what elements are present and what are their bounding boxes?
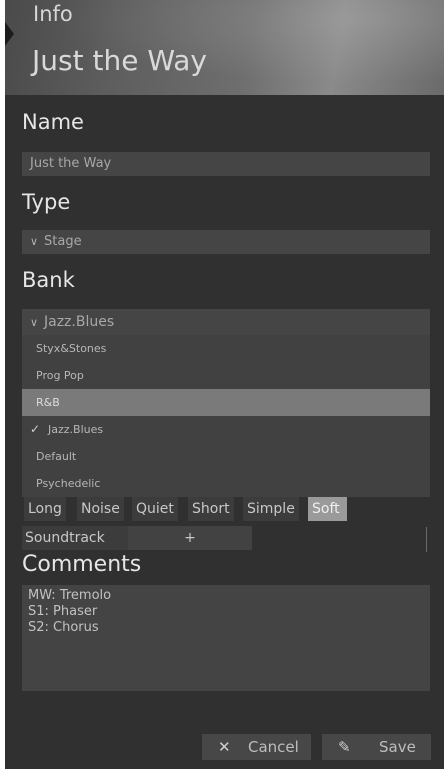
tag-noise[interactable]: Noise [77, 497, 124, 521]
bank-label: Bank [22, 268, 75, 292]
pencil-icon: ✎ [338, 738, 351, 756]
check-icon: ✓ [30, 422, 41, 436]
tag-long[interactable]: Long [24, 497, 66, 521]
preset-title: Just the Way [32, 44, 207, 77]
type-select[interactable]: ∨ Stage [22, 230, 430, 254]
comments-textarea[interactable]: MW: Tremolo S1: Phaser S2: Chorus [22, 585, 430, 691]
info-panel: Info Just the Way Name Just the Way Type… [5, 0, 444, 769]
name-field[interactable]: Just the Way [22, 152, 430, 176]
type-label: Type [22, 190, 71, 214]
bank-option[interactable]: Psychedelic [22, 470, 430, 497]
bank-select-value: Jazz.Blues [44, 314, 115, 330]
bank-option[interactable]: Default [22, 443, 430, 470]
bank-dropdown-menu: Styx&Stones Prog Pop R&B ✓ Jazz.Blues De… [22, 335, 430, 497]
name-label: Name [22, 110, 84, 134]
type-select-value: Stage [44, 234, 82, 249]
cancel-button[interactable]: ✕ Cancel [202, 734, 311, 760]
cancel-label: Cancel [248, 738, 299, 756]
panel-collapse-arrow-icon[interactable] [5, 22, 14, 46]
chevron-down-icon: ∨ [30, 235, 39, 248]
bank-option[interactable]: Prog Pop [22, 362, 430, 389]
add-tag-button[interactable]: + [128, 526, 252, 550]
tag-short[interactable]: Short [188, 497, 234, 521]
bank-option-highlighted[interactable]: R&B [22, 389, 430, 416]
save-label: Save [379, 738, 416, 756]
close-icon: ✕ [218, 738, 231, 756]
tag-simple[interactable]: Simple [243, 497, 299, 521]
tag-quiet[interactable]: Quiet [132, 497, 178, 521]
tag-soft[interactable]: Soft [308, 497, 347, 521]
bank-option[interactable]: Styx&Stones [22, 335, 430, 362]
save-button[interactable]: ✎ Save [322, 734, 431, 760]
comments-label: Comments [22, 552, 142, 577]
bank-select[interactable]: ∨ Jazz.Blues [22, 309, 430, 335]
chevron-down-icon: ∨ [30, 316, 39, 329]
bank-option-selected[interactable]: ✓ Jazz.Blues [22, 416, 430, 443]
tag-soundtrack[interactable]: Soundtrack [22, 526, 128, 550]
tags-scrollbar[interactable] [426, 527, 427, 552]
info-heading: Info [33, 2, 73, 26]
bank-option-label: Jazz.Blues [48, 423, 104, 436]
